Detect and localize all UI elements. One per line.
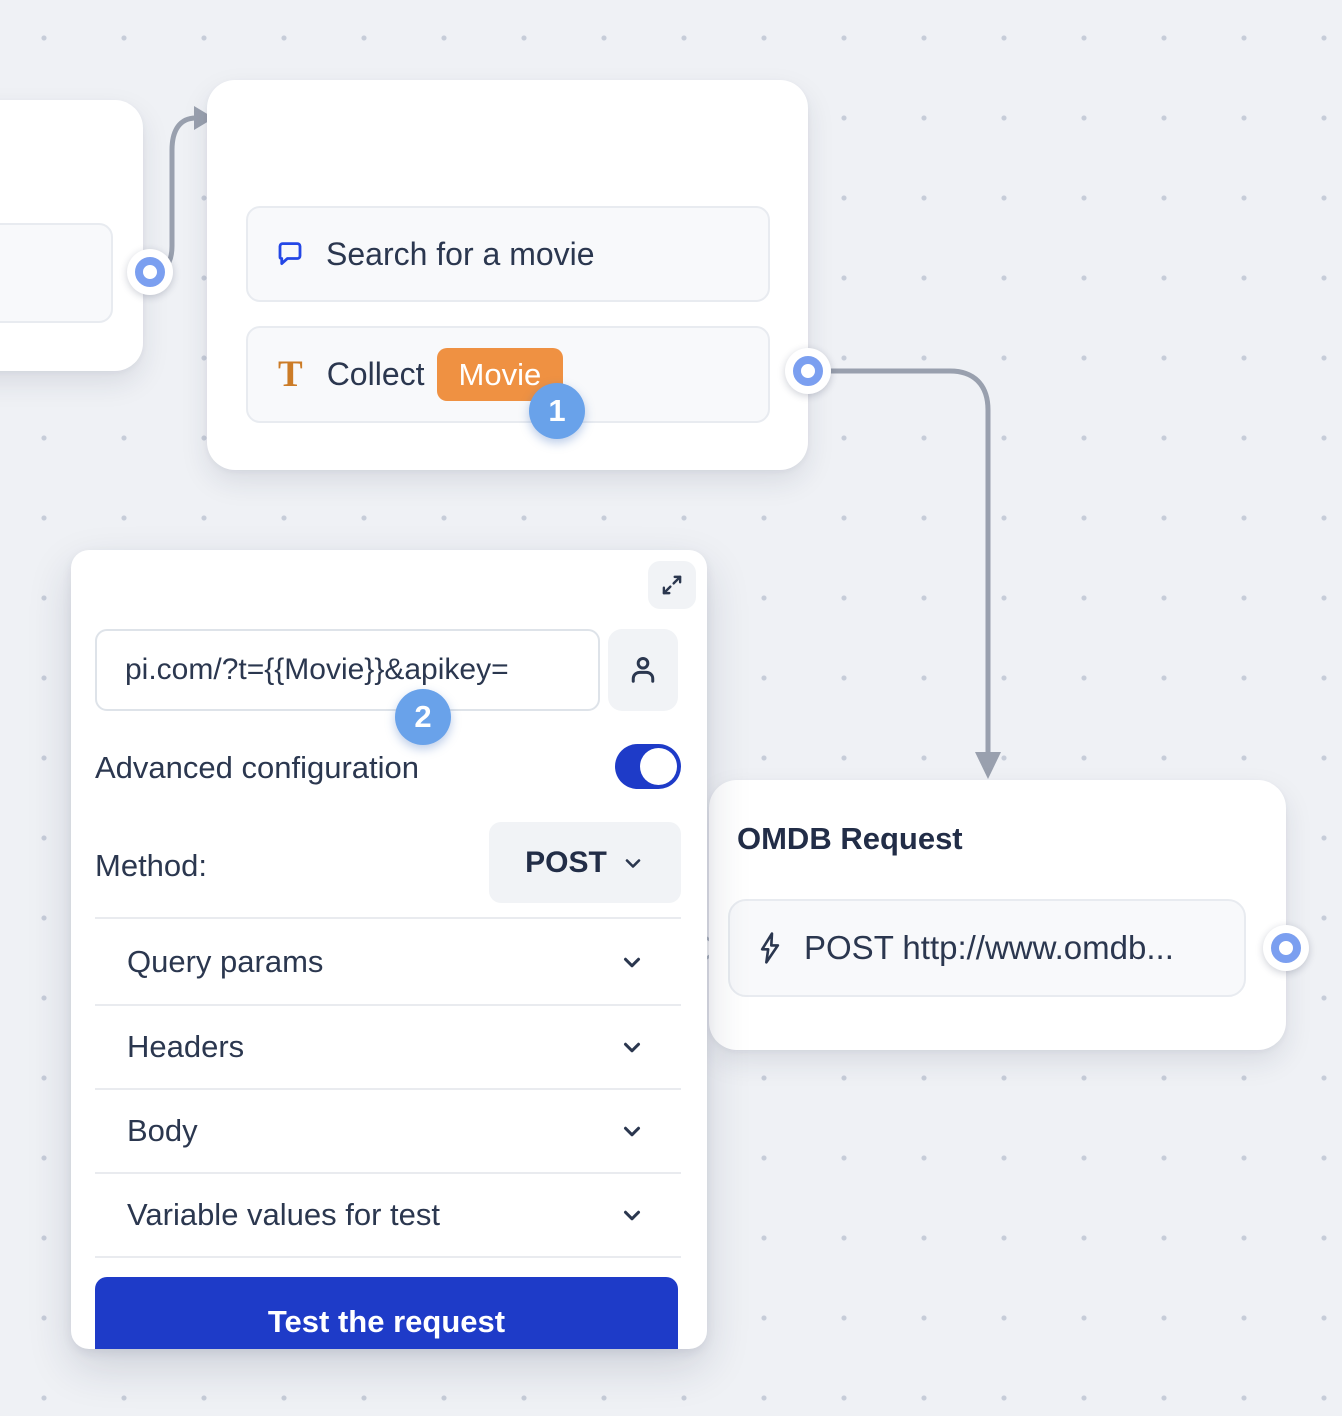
advanced-configuration-toggle[interactable] [615, 744, 681, 789]
insert-variable-button[interactable] [608, 629, 678, 711]
section-label: Headers [127, 1029, 244, 1065]
node-title: OMDB Request [737, 820, 963, 858]
block-label: Collect [327, 356, 425, 393]
block-webhook-request[interactable]: POST http://www.omdb... [728, 899, 1246, 997]
text-variable-icon: T [278, 356, 303, 393]
url-input[interactable] [95, 629, 600, 711]
section-query-params[interactable]: Query params [95, 917, 681, 1004]
advanced-configuration-label: Advanced configuration [95, 750, 419, 786]
arrowhead-down-icon [975, 752, 1001, 779]
chevron-down-icon [619, 1034, 645, 1060]
section-label: Body [127, 1113, 198, 1149]
section-body[interactable]: Body [95, 1088, 681, 1172]
flow-canvas[interactable]: Movie search Search for a movie T Collec… [0, 0, 1342, 1416]
webhook-config-panel: 2 Advanced configuration Method: POST Qu… [71, 550, 707, 1349]
lightning-icon [754, 931, 786, 965]
connector-into-movie-search [150, 118, 196, 272]
accordion-sections: Query params Headers Body Variable value… [95, 917, 681, 1258]
method-value: POST [525, 846, 607, 880]
expand-icon [659, 572, 685, 598]
method-label: Method: [95, 848, 207, 884]
block-collect-input[interactable]: T Collect Movie [246, 326, 770, 423]
section-variable-values[interactable]: Variable values for test [95, 1172, 681, 1256]
output-port[interactable] [1263, 925, 1309, 971]
node-card-movie-search[interactable]: Movie search Search for a movie T Collec… [207, 80, 808, 470]
chevron-down-icon [619, 1118, 645, 1144]
block-label: Search for a movie [326, 236, 595, 273]
chevron-down-icon [621, 851, 645, 875]
method-select[interactable]: POST [489, 822, 681, 903]
output-port[interactable] [127, 249, 173, 295]
chevron-down-icon [619, 949, 645, 975]
section-label: Variable values for test [127, 1197, 440, 1233]
step-badge-2: 2 [395, 689, 451, 745]
step-badge-1: 1 [529, 383, 585, 439]
chevron-down-icon [619, 1202, 645, 1228]
section-label: Query params [127, 944, 323, 980]
toggle-knob [640, 748, 677, 785]
block-label: POST http://www.omdb... [804, 929, 1174, 967]
chat-bubble-icon [274, 238, 306, 270]
output-port[interactable] [785, 348, 831, 394]
connector-movie-to-omdb [818, 371, 988, 754]
expand-button[interactable] [648, 561, 696, 609]
node-block-partial[interactable] [0, 223, 113, 323]
test-request-button[interactable]: Test the request [95, 1277, 678, 1349]
node-card-omdb-request[interactable]: OMDB Request POST http://www.omdb... [709, 780, 1286, 1050]
node-card-partial[interactable] [0, 100, 143, 371]
block-search-message[interactable]: Search for a movie [246, 206, 770, 302]
person-icon [625, 652, 661, 688]
section-headers[interactable]: Headers [95, 1004, 681, 1088]
